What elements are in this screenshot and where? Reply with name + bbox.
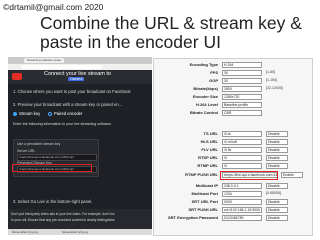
row-label: GOP: [209, 78, 218, 83]
radio-stream-key[interactable]: [13, 112, 17, 116]
row-label: Multicast IP: [195, 183, 218, 188]
row-label: HLS URL: [200, 139, 218, 144]
ts-url-input[interactable]: /0.ts: [222, 131, 262, 137]
row-label: FLV URL: [201, 147, 218, 152]
srt-url-port-toggle[interactable]: Disable: [266, 199, 288, 205]
highlight-box: [12, 164, 92, 172]
bitrate-control-row: Bitrate Control CBR: [154, 110, 314, 117]
bitrate-row: Bitrate(kbps) 2800 [32-12000]: [154, 86, 314, 93]
browser-tab-label: Streaming software setup: [27, 58, 62, 62]
radio-stream-key-label: Stream key: [19, 111, 41, 116]
multicast-port-range: [0-65535]: [266, 191, 281, 195]
slide-title: Combine the URL & stream key & paste in …: [40, 13, 302, 52]
policy-notice: Don't put third-party video ads in your …: [8, 209, 152, 229]
row-label: RTMP URL: [197, 163, 218, 168]
copyright-text: ©drtamil@gmail.com 2020: [3, 2, 104, 12]
ts-url-toggle[interactable]: Disable: [266, 131, 288, 137]
bitrate-control-select[interactable]: CBR: [222, 110, 262, 116]
row-label: TS URL: [203, 131, 218, 136]
multicast-port-row: Multicast Port 1234 [0-65535]: [154, 191, 314, 198]
encoder-size-select[interactable]: 1280x720: [222, 94, 262, 100]
server-url-field[interactable]: rtmps://live-api-s.facebook.com:443/rtmp…: [17, 154, 97, 161]
multicast-ip-input[interactable]: 238.0.0.1: [222, 183, 262, 189]
fps-range: [1-60]: [266, 70, 275, 74]
rtsp-url-row: RTSP URL /0 Disable: [154, 155, 314, 162]
fps-row: FPS 30 [1-60]: [154, 70, 314, 77]
srt-push-url-input[interactable]: srt://192.168.1.10:9000: [222, 207, 262, 213]
row-label: RTMP PUSH URL: [185, 172, 218, 177]
row-label: SRT PUSH URL: [188, 207, 218, 212]
row-label: Bitrate(kbps): [193, 86, 218, 91]
step-1-text: 1. Choose where you want to post your br…: [13, 89, 131, 94]
flv-url-row: FLV URL /0.flv Disable: [154, 147, 314, 154]
rtmp-url-input[interactable]: /0: [222, 163, 262, 169]
h264-level-row: H.264 Level Baseline profile: [154, 102, 314, 109]
rtmp-url-toggle[interactable]: Disable: [266, 163, 288, 169]
policy-line-2: in your roll. Ensure that any pre-record…: [11, 218, 115, 222]
flv-url-input[interactable]: /0.flv: [222, 147, 262, 153]
row-label: H.264 Level: [195, 102, 218, 107]
highlight-box: [220, 171, 278, 180]
radio-paired-encoder-label: Paired encoder: [54, 111, 83, 116]
encoder-settings-panel: Encoding Type H.264 FPS 30 [1-60] GOP 30…: [153, 58, 313, 236]
srt-encryption-input[interactable]: 0123456789: [222, 215, 262, 221]
bitrate-range: [32-12000]: [266, 86, 283, 90]
youtube-logo-icon: [12, 73, 22, 80]
flv-url-toggle[interactable]: Disable: [266, 147, 288, 153]
srt-encryption-row: SRT Encryption Password 0123456789 Disab…: [154, 215, 314, 222]
row-label: RTSP URL: [198, 155, 218, 160]
radio-paired-encoder[interactable]: [48, 112, 52, 116]
srt-push-url-row: SRT PUSH URL srt://192.168.1.10:9000 Dis…: [154, 207, 314, 214]
enter-info-text: Enter the following information in your …: [13, 122, 112, 126]
encoding-type-select[interactable]: H.264: [222, 62, 262, 68]
rtsp-url-input[interactable]: /0: [222, 155, 262, 161]
policy-line-1: Don't put third-party video ads in your …: [11, 212, 115, 216]
multicast-ip-row: Multicast IP 238.0.0.1 Disable: [154, 183, 314, 190]
browser-tab[interactable]: Streaming software setup: [24, 58, 64, 63]
ts-url-row: TS URL /0.ts Disable: [154, 131, 314, 138]
row-label: SRT URL Port: [191, 199, 218, 204]
gop-input[interactable]: 30: [222, 78, 262, 84]
row-label: SRT Encryption Password: [167, 215, 218, 220]
gop-row: GOP 30 [1-150]: [154, 78, 314, 85]
encoder-size-row: Encoder Size 1280x720: [154, 94, 314, 101]
row-label: Encoder Size: [192, 94, 218, 99]
hls-url-row: HLS URL /0.m3u8 Disable: [154, 139, 314, 146]
srt-url-port-row: SRT URL Port 9000 Disable: [154, 199, 314, 206]
rtmp-push-url-toggle[interactable]: Enable: [281, 172, 303, 178]
camera-badge[interactable]: Camera: [68, 77, 85, 81]
row-label: FPS: [210, 70, 218, 75]
live-setup-screenshot: Streaming software setup Connect your li…: [8, 57, 152, 235]
fps-input[interactable]: 30: [222, 70, 262, 76]
live-header: Connect your live stream to Camera: [8, 70, 152, 84]
hls-url-toggle[interactable]: Disable: [266, 139, 288, 145]
bitrate-input[interactable]: 2800: [222, 86, 262, 92]
srt-push-url-toggle[interactable]: Disable: [266, 207, 288, 213]
step-2-text: 2. Preview your broadcast with a stream …: [13, 102, 123, 107]
row-label: Multicast Port: [191, 191, 218, 196]
multicast-port-input[interactable]: 1234: [222, 191, 262, 197]
rtsp-url-toggle[interactable]: Disable: [266, 155, 288, 161]
multicast-ip-toggle[interactable]: Disable: [266, 183, 288, 189]
encoding-type-row: Encoding Type H.264: [154, 62, 314, 69]
browser-tabbar: Streaming software setup: [8, 57, 152, 64]
row-label: Bitrate Control: [190, 110, 218, 115]
row-label: Encoding Type: [189, 62, 218, 67]
hls-url-input[interactable]: /0.m3u8: [222, 139, 262, 145]
download-item-1[interactable]: Screenshot (1).png: [12, 230, 38, 234]
h264-level-select[interactable]: Baseline profile: [222, 102, 262, 108]
download-item-2[interactable]: Screenshot (2).png: [62, 230, 88, 234]
address-bar[interactable]: [22, 65, 102, 69]
srt-encryption-toggle[interactable]: Disable: [266, 215, 288, 221]
persistent-key-checkbox-label[interactable]: Use a persistent stream key: [17, 142, 60, 146]
server-url-value: rtmps://live-api-s.facebook.com:443/rtmp…: [19, 155, 75, 159]
downloads-bar: Screenshot (1).png Screenshot (2).png: [8, 229, 152, 235]
srt-url-port-input[interactable]: 9000: [222, 199, 262, 205]
rtmp-url-row: RTMP URL /0 Disable: [154, 163, 314, 170]
gop-range: [1-150]: [266, 78, 277, 82]
server-url-label: Server URL: [17, 149, 36, 153]
step-3-text: 3. Select Go Live in the bottom-right pa…: [13, 199, 93, 204]
